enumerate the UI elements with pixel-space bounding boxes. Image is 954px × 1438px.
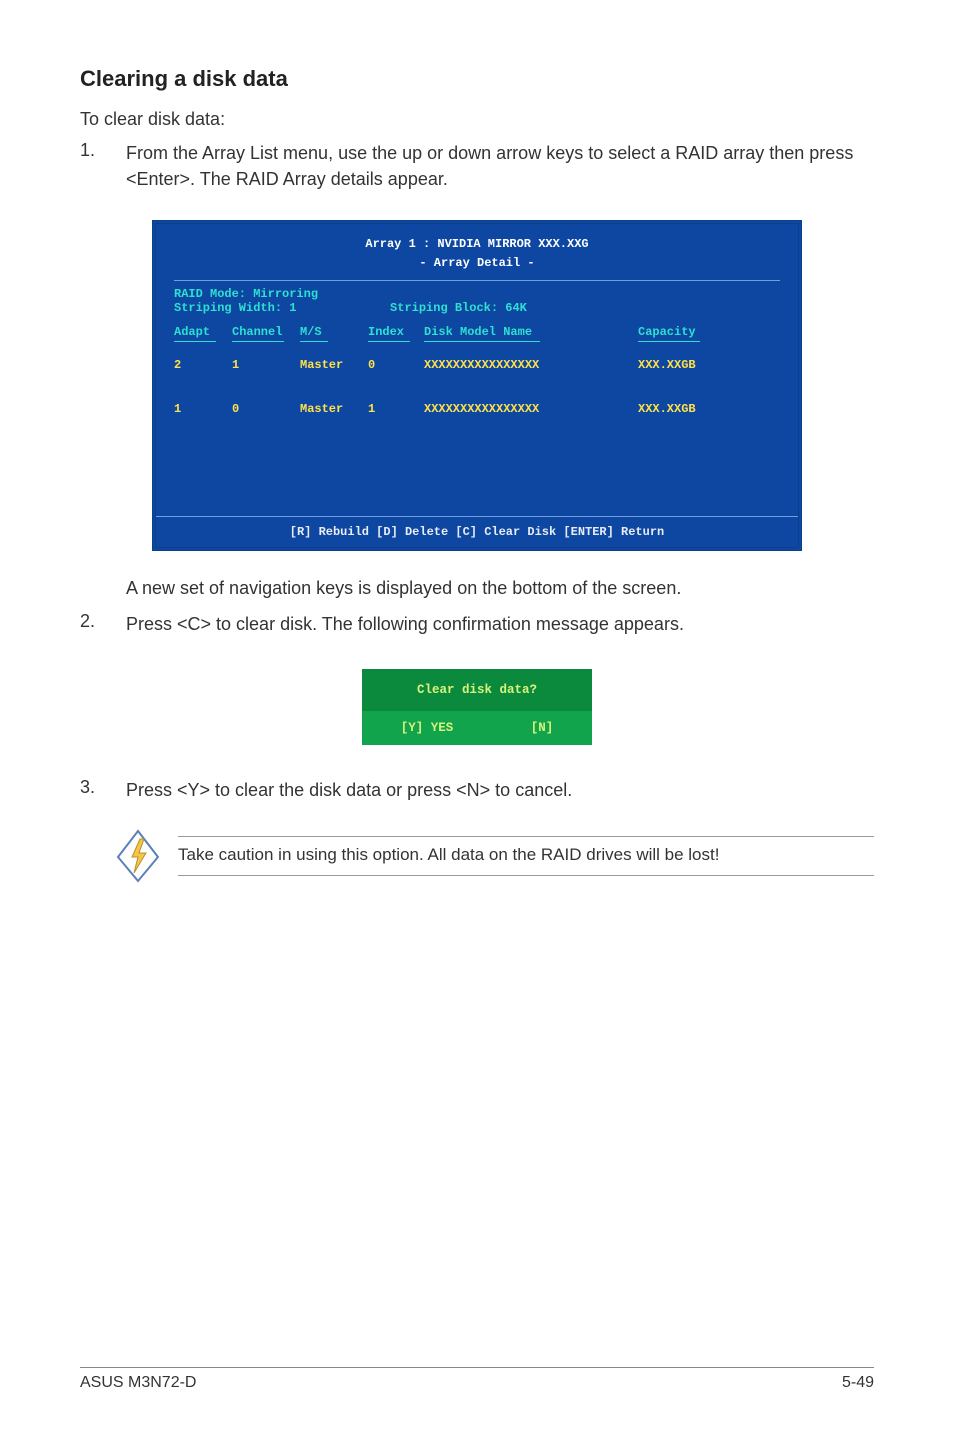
- caution-note: Take caution in using this option. All d…: [116, 829, 874, 883]
- table-row: 10Master1XXXXXXXXXXXXXXXXXXX.XXGB: [174, 388, 780, 430]
- step-1-number: 1.: [80, 140, 102, 192]
- lightning-warning-icon: [116, 829, 160, 883]
- intro-text: To clear disk data:: [80, 106, 874, 132]
- page-footer: ASUS M3N72-D 5-49: [80, 1367, 874, 1392]
- step-2: 2. Press <C> to clear disk. The followin…: [80, 611, 874, 637]
- raid-array-detail-screen: Array 1 : NVIDIA MIRROR XXX.XXG - Array …: [152, 220, 802, 551]
- step-1-text: From the Array List menu, use the up or …: [126, 140, 874, 192]
- nav-keys-note: A new set of navigation keys is displaye…: [126, 575, 874, 601]
- table-row: 21Master0XXXXXXXXXXXXXXXXXXX.XXGB: [174, 344, 780, 386]
- step-3: 3. Press <Y> to clear the disk data or p…: [80, 777, 874, 803]
- table-header: AdaptChannelM/SIndexDisk Model NameCapac…: [174, 325, 780, 339]
- note-rule-bottom: [178, 875, 874, 876]
- raid-mode-line: RAID Mode: Mirroring: [174, 287, 780, 301]
- terminal-title-line1: Array 1 : NVIDIA MIRROR XXX.XXG: [174, 234, 780, 253]
- footer-left: ASUS M3N72-D: [80, 1374, 196, 1392]
- step-3-number: 3.: [80, 777, 102, 803]
- dialog-no-option: [N]: [531, 721, 554, 735]
- step-2-number: 2.: [80, 611, 102, 637]
- dialog-yes-option: [Y] YES: [401, 721, 454, 735]
- terminal-footer-keys: [R] Rebuild [D] Delete [C] Clear Disk [E…: [156, 516, 798, 547]
- table-header-underline: [174, 339, 780, 342]
- note-rule-top: [178, 836, 874, 837]
- striping-line: Striping Width: 1 Striping Block: 64K: [174, 301, 780, 315]
- step-1: 1. From the Array List menu, use the up …: [80, 140, 874, 192]
- caution-text: Take caution in using this option. All d…: [178, 843, 874, 867]
- terminal-title-line2: - Array Detail -: [174, 253, 780, 272]
- footer-right: 5-49: [842, 1374, 874, 1392]
- step-2-text: Press <C> to clear disk. The following c…: [126, 611, 874, 637]
- dialog-question: Clear disk data?: [362, 669, 592, 711]
- clear-disk-dialog: Clear disk data? [Y] YES [N]: [80, 669, 874, 745]
- step-3-text: Press <Y> to clear the disk data or pres…: [126, 777, 874, 803]
- section-heading: Clearing a disk data: [80, 66, 874, 92]
